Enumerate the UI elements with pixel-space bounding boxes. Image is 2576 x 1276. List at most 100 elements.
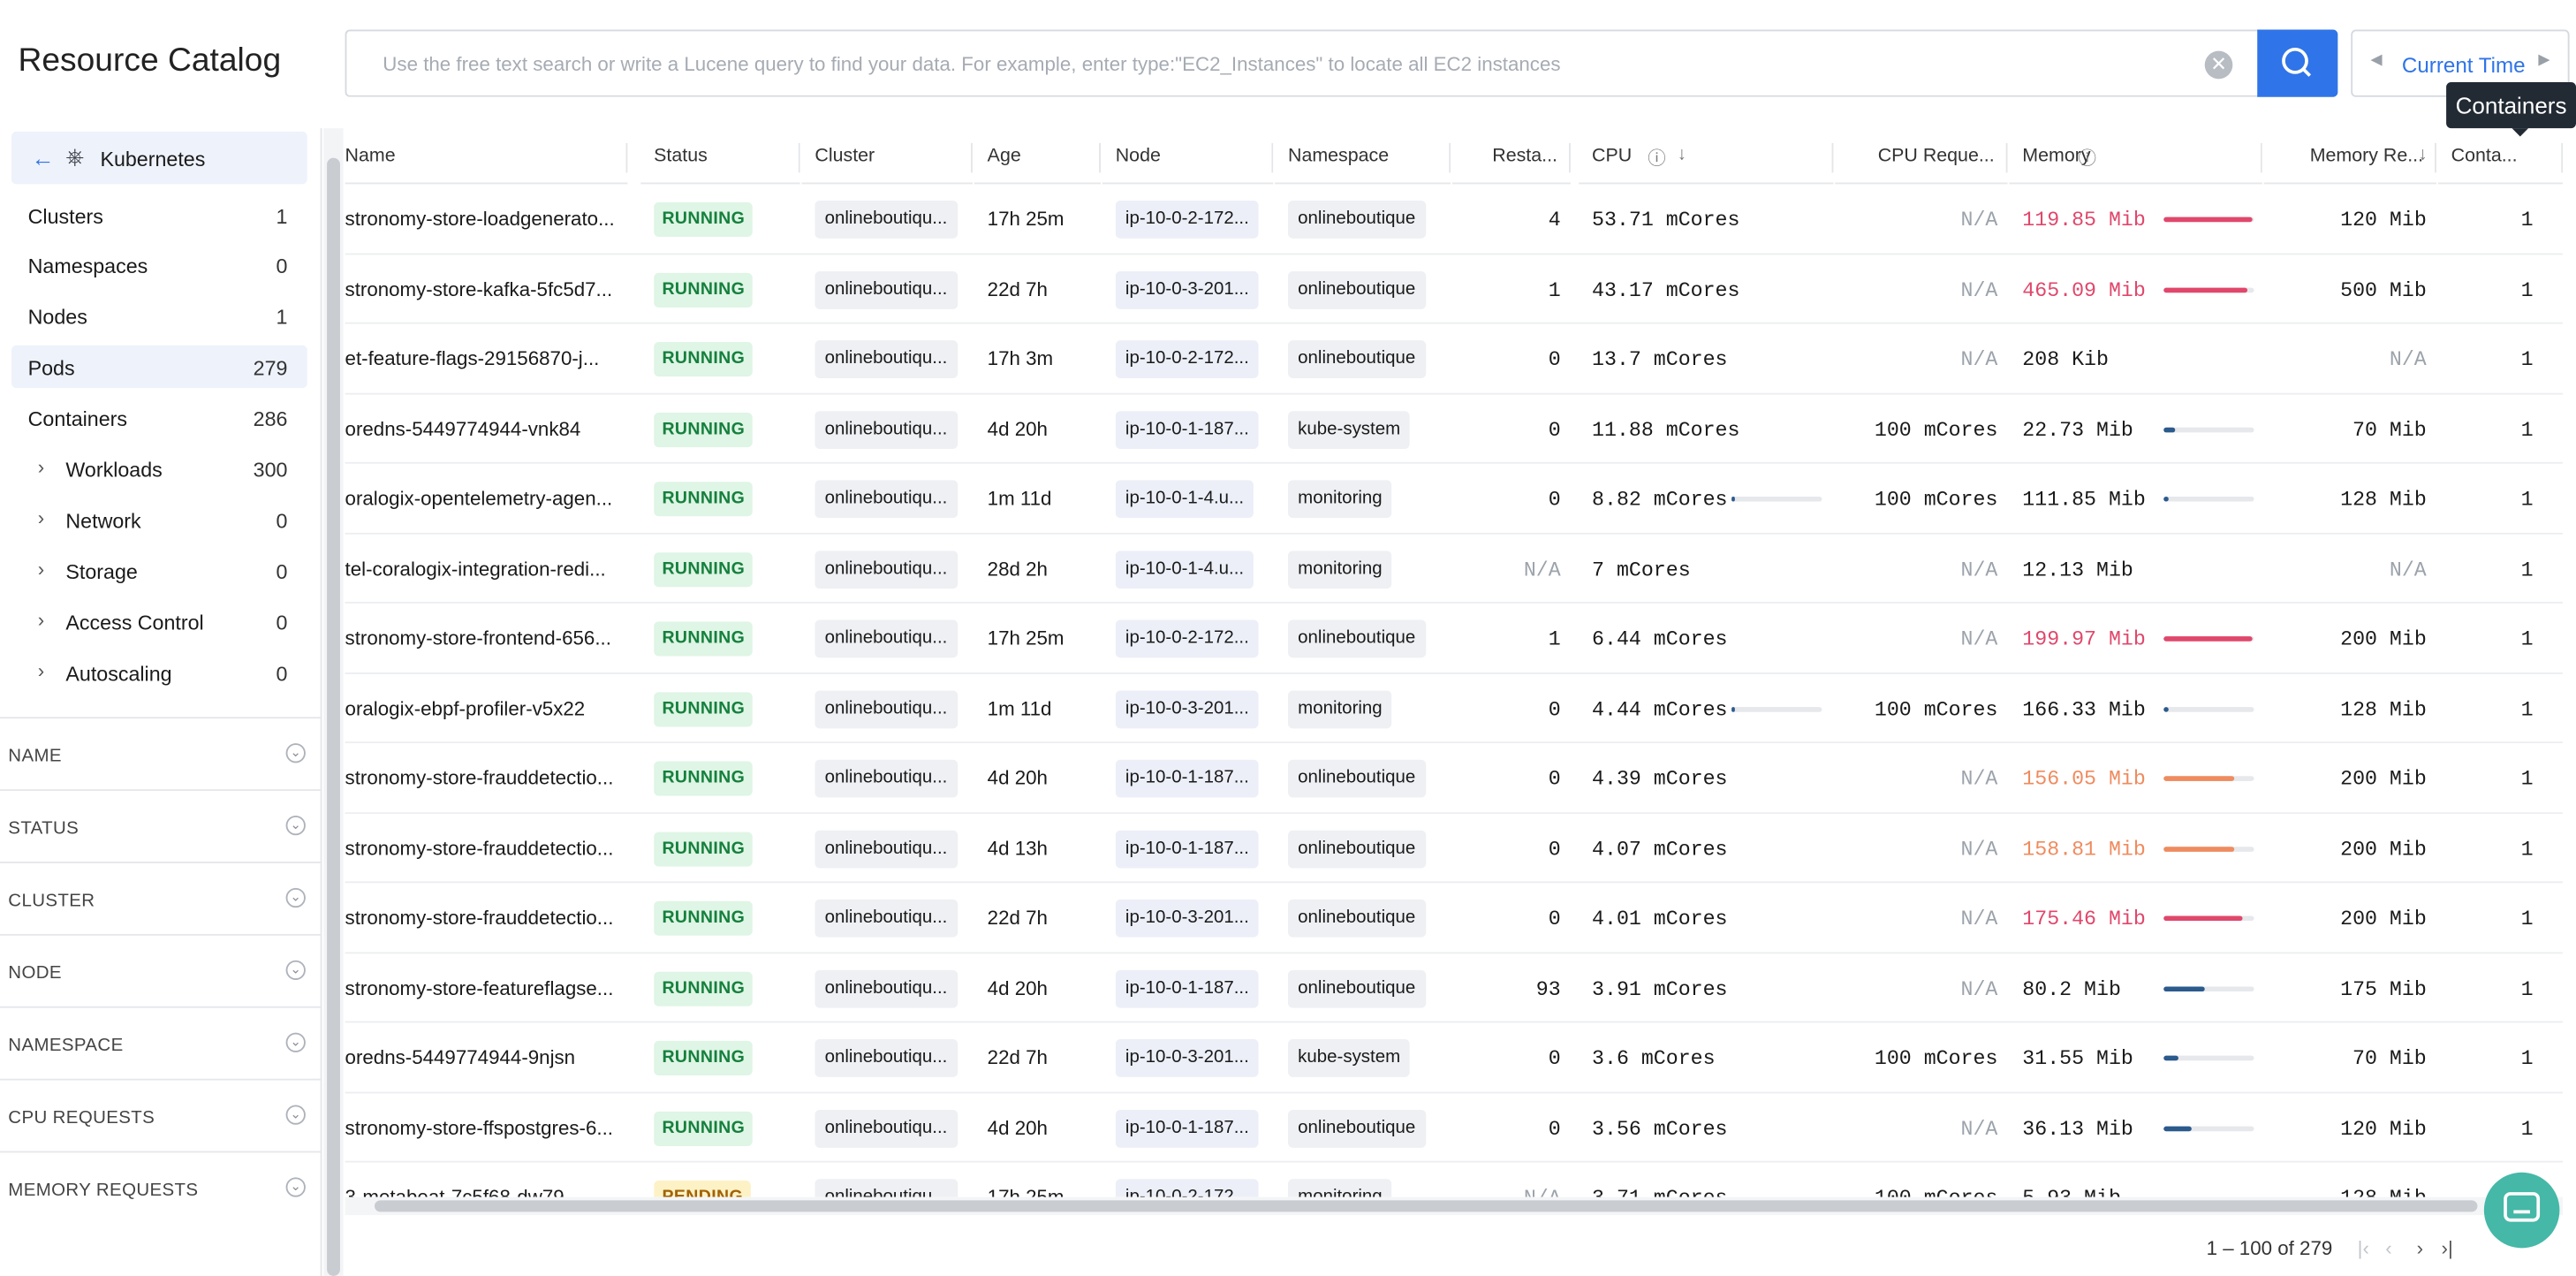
last-page-icon[interactable]: ›| — [2442, 1236, 2453, 1259]
filter-memory-requests[interactable]: MEMORY REQUESTS ⌄ — [0, 1151, 322, 1224]
chevron-right-icon[interactable]: › — [38, 558, 44, 581]
pod-name[interactable]: et-feature-flags-29156870-j... — [345, 347, 600, 370]
column-divider[interactable] — [971, 142, 973, 173]
search-button[interactable] — [2257, 29, 2338, 97]
chevron-down-icon[interactable]: ⌄ — [285, 1177, 306, 1197]
column-divider[interactable] — [2005, 142, 2008, 173]
sidebar-back-kubernetes[interactable]: ← ⎈ Kubernetes — [11, 131, 307, 185]
search-input[interactable]: Use the free text search or write a Luce… — [345, 29, 2260, 97]
caret-left-icon[interactable]: ◀ — [2371, 51, 2383, 69]
filter-status[interactable]: STATUS ⌄ — [0, 789, 322, 862]
pod-name[interactable]: oredns-5449774944-9njsn — [345, 1045, 576, 1068]
pod-name[interactable]: oralogix-ebpf-profiler-v5x22 — [345, 696, 586, 719]
table-row[interactable]: 3-metabeat-7c5f68-dw79... PENDING onlinebo… — [345, 1163, 2564, 1197]
sort-desc-icon[interactable]: ↓ — [2418, 145, 2427, 164]
pod-name[interactable]: stronomy-store-frauddetectio... — [345, 766, 614, 789]
column-divider[interactable] — [1271, 142, 1274, 173]
pod-name[interactable]: stronomy-store-frauddetectio... — [345, 836, 614, 859]
column-header-name[interactable]: Name — [345, 132, 628, 185]
column-divider[interactable] — [798, 142, 800, 173]
table-row[interactable]: stronomy-store-featureflagse... RUNNING on… — [345, 953, 2564, 1023]
pod-name[interactable]: oredns-5449774944-vnk84 — [345, 417, 581, 440]
sort-desc-icon[interactable]: ↓ — [1678, 145, 1686, 164]
table-row[interactable]: stronomy-store-frauddetectio... RUNNING on… — [345, 813, 2564, 884]
sidebar-group-network[interactable]: › Network 0 — [11, 498, 307, 541]
column-header-memory-re[interactable]: Memory Re... — [2263, 132, 2436, 185]
chevron-down-icon[interactable]: ⌄ — [285, 815, 306, 836]
column-header-age[interactable]: Age — [974, 132, 1101, 185]
pod-name[interactable]: stronomy-store-frontend-656... — [345, 627, 611, 649]
filter-cluster[interactable]: CLUSTER ⌄ — [0, 862, 322, 934]
column-divider[interactable] — [625, 142, 628, 173]
sidebar-item-nodes[interactable]: Nodes 1 — [11, 294, 307, 337]
horizontal-scrollbar[interactable] — [375, 1200, 2478, 1212]
table-row[interactable]: stronomy-store-loadgenerato... RUNNING onl… — [345, 184, 2564, 254]
next-page-icon[interactable]: › — [2417, 1236, 2423, 1259]
column-divider[interactable] — [2435, 142, 2436, 173]
column-header-cpu[interactable]: CPU ⓘ ↓ — [1579, 132, 1834, 185]
pod-name[interactable]: stronomy-store-frauddetectio... — [345, 906, 614, 929]
table-row[interactable]: stronomy-store-frauddetectio... RUNNING on… — [345, 883, 2564, 953]
sidebar-group-access-control[interactable]: › Access Control 0 — [11, 600, 307, 642]
column-header-cpu-reque[interactable]: CPU Reque... — [1835, 132, 2008, 185]
column-header-node[interactable]: Node — [1102, 132, 1274, 185]
sidebar-group-autoscaling[interactable]: › Autoscaling 0 — [11, 651, 307, 694]
column-header-resta[interactable]: Resta... — [1451, 132, 1571, 185]
chevron-right-icon[interactable]: › — [38, 506, 44, 529]
sidebar-group-workloads[interactable]: › Workloads 300 — [11, 447, 307, 490]
column-header-memory[interactable]: Memory ⓘ — [2009, 132, 2262, 185]
table-row[interactable]: stronomy-store-ffspostgres-6... RUNNING on… — [345, 1093, 2564, 1163]
table-row[interactable]: tel-coralogix-integration-redi... RUNNING… — [345, 534, 2564, 604]
pod-name[interactable]: 3-metabeat-7c5f68-dw79... — [345, 1186, 581, 1197]
pod-name[interactable]: tel-coralogix-integration-redi... — [345, 557, 606, 580]
column-divider[interactable] — [2260, 142, 2262, 173]
filter-namespace[interactable]: NAMESPACE ⌄ — [0, 1006, 322, 1079]
info-icon[interactable]: ⓘ — [2079, 145, 2096, 171]
column-header-status[interactable]: Status — [640, 132, 800, 185]
filter-cpu-requests[interactable]: CPU REQUESTS ⌄ — [0, 1078, 322, 1151]
column-divider[interactable] — [2561, 142, 2564, 173]
table-row[interactable]: stronomy-store-kafka-5fc5d7... RUNNING onl… — [345, 254, 2564, 324]
column-divider[interactable] — [1099, 142, 1101, 173]
column-divider[interactable] — [1449, 142, 1451, 173]
arrow-left-icon[interactable]: ← — [31, 145, 54, 171]
prev-page-icon[interactable]: ‹ — [2385, 1236, 2391, 1259]
table-row[interactable]: oredns-5449774944-9njsn RUNNING onlinebout… — [345, 1022, 2564, 1093]
table-row[interactable]: oredns-5449774944-vnk84 RUNNING onlinebout… — [345, 394, 2564, 464]
sidebar-item-namespaces[interactable]: Namespaces 0 — [11, 243, 307, 285]
pod-name[interactable]: stronomy-store-featureflagse... — [345, 976, 614, 999]
chevron-down-icon[interactable]: ⌄ — [285, 960, 306, 981]
column-header-cluster[interactable]: Cluster — [801, 132, 973, 185]
sidebar-group-storage[interactable]: › Storage 0 — [11, 550, 307, 592]
filter-node[interactable]: NODE ⌄ — [0, 933, 322, 1006]
sidebar-item-containers[interactable]: Containers 286 — [11, 396, 307, 438]
pod-name[interactable]: stronomy-store-kafka-5fc5d7... — [345, 277, 613, 300]
chat-button[interactable] — [2483, 1172, 2560, 1249]
column-divider[interactable] — [1831, 142, 1834, 173]
chevron-right-icon[interactable]: › — [38, 659, 44, 682]
sidebar-item-pods[interactable]: Pods 279 — [11, 345, 307, 389]
chevron-right-icon[interactable]: › — [38, 608, 44, 631]
chevron-down-icon[interactable]: ⌄ — [285, 1105, 306, 1125]
chevron-right-icon[interactable]: › — [38, 455, 44, 478]
table-row[interactable]: oralogix-opentelemetry-agen... RUNNING onl… — [345, 464, 2564, 534]
pod-name[interactable]: oralogix-opentelemetry-agen... — [345, 487, 613, 510]
vertical-scrollbar[interactable] — [327, 157, 340, 1276]
column-header-conta[interactable]: Conta... ↓ — [2418, 132, 2564, 185]
caret-right-icon[interactable]: ▶ — [2538, 51, 2549, 69]
table-row[interactable]: stronomy-store-frauddetectio... RUNNING on… — [345, 743, 2564, 814]
pod-name[interactable]: stronomy-store-loadgenerato... — [345, 207, 615, 230]
info-icon[interactable]: ⓘ — [1648, 145, 1665, 171]
chevron-down-icon[interactable]: ⌄ — [285, 1032, 306, 1052]
sidebar-item-clusters[interactable]: Clusters 1 — [11, 194, 307, 237]
column-divider[interactable] — [1569, 142, 1571, 173]
first-page-icon[interactable]: |‹ — [2358, 1236, 2369, 1259]
pod-name[interactable]: stronomy-store-ffspostgres-6... — [345, 1116, 613, 1139]
filter-name[interactable]: NAME ⌄ — [0, 717, 322, 789]
table-row[interactable]: stronomy-store-frontend-656... RUNNING onl… — [345, 604, 2564, 673]
chevron-down-icon[interactable]: ⌄ — [285, 743, 306, 763]
table-row[interactable]: et-feature-flags-29156870-j... RUNNING onl… — [345, 324, 2564, 394]
column-header-namespace[interactable]: Namespace — [1275, 132, 1451, 185]
chevron-down-icon[interactable]: ⌄ — [285, 887, 306, 908]
clear-search-icon[interactable]: ✕ — [2204, 50, 2233, 80]
